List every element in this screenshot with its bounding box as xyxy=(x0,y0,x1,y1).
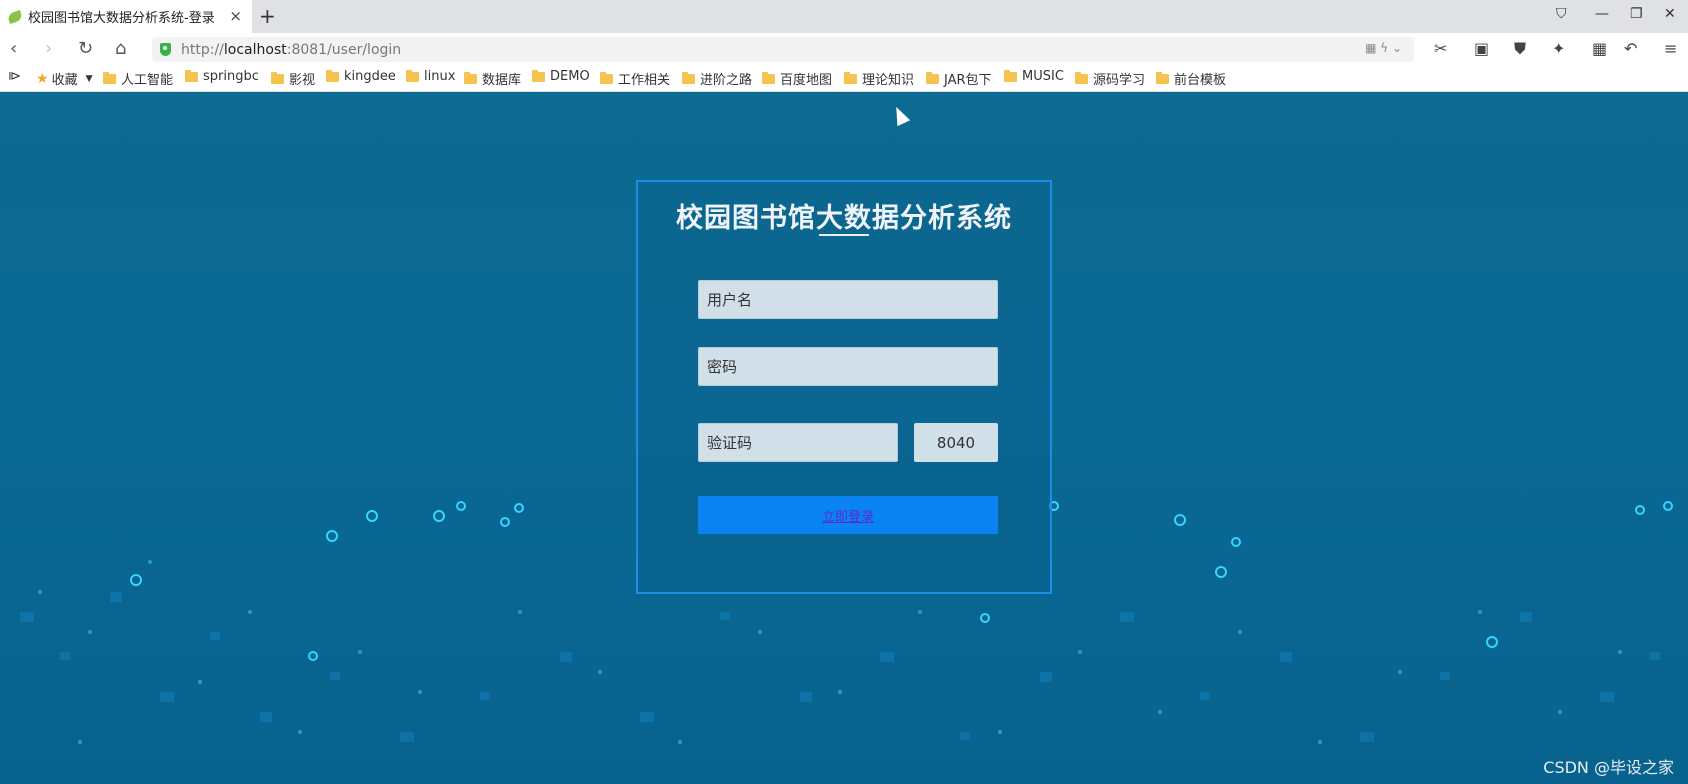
folder-icon xyxy=(532,69,545,82)
folder-icon xyxy=(271,71,284,84)
undo-icon[interactable]: ↶ xyxy=(1624,40,1637,58)
sidebar-toggle-icon[interactable]: ⧐ xyxy=(8,69,21,84)
shield-icon xyxy=(160,43,171,56)
tab-bar: 校园图书馆大数据分析系统-登录 × + ⛉ — ❐ ✕ xyxy=(0,0,1688,33)
bookmark-folder[interactable]: 人工智能 xyxy=(103,69,173,88)
folder-icon xyxy=(762,71,775,84)
url-actions-icon[interactable]: ▦ ϟ ⌄ xyxy=(1365,41,1402,55)
new-tab-icon[interactable]: + xyxy=(259,5,276,27)
folder-icon xyxy=(326,69,339,82)
bookmark-folder[interactable]: 数据库 xyxy=(464,69,521,88)
bookmark-folder[interactable]: 理论知识 xyxy=(844,69,914,88)
bookmark-folder[interactable]: 百度地图 xyxy=(762,69,832,88)
shirt-icon[interactable]: ⛉ xyxy=(1556,6,1567,22)
star-icon: ★ xyxy=(36,70,49,87)
page-title: 校园图书馆大数据分析系统 xyxy=(676,203,1012,234)
close-tab-icon[interactable]: × xyxy=(229,8,242,24)
folder-icon xyxy=(682,71,695,84)
bookmarks-bar: ⧐ ★ 收藏 ▼ 人工智能 springbc 影视 kingdee linux 数据… xyxy=(0,66,1688,92)
restore-icon[interactable]: ❐ xyxy=(1630,6,1643,22)
username-field[interactable]: 用户名 xyxy=(698,280,998,319)
folder-icon xyxy=(1156,71,1169,84)
login-button[interactable]: 立即登录 xyxy=(698,496,998,534)
folder-icon xyxy=(1075,71,1088,84)
translate-icon[interactable]: ▣ xyxy=(1474,40,1489,58)
bookmark-folder[interactable]: 工作相关 xyxy=(600,69,670,88)
password-field[interactable]: 密码 xyxy=(698,347,998,386)
folder-icon xyxy=(464,71,477,84)
folder-icon xyxy=(1004,69,1017,82)
login-button-label[interactable]: 立即登录 xyxy=(822,506,874,525)
bookmark-folder[interactable]: MUSIC xyxy=(1004,69,1064,84)
home-icon[interactable]: ⌂ xyxy=(115,39,126,59)
url-input[interactable]: http://localhost:8081/user/login ▦ ϟ ⌄ xyxy=(152,37,1414,62)
folder-icon xyxy=(103,71,116,84)
folder-icon xyxy=(926,71,939,84)
bookmark-folder[interactable]: 前台模板 xyxy=(1156,69,1226,88)
bookmark-folder[interactable]: linux xyxy=(406,69,455,84)
login-panel: 校园图书馆大数据分析系统 用户名 密码 验证码 8040 立即登录 xyxy=(636,180,1052,594)
title-underline xyxy=(819,234,869,236)
bookmark-folder[interactable]: DEMO xyxy=(532,69,590,84)
bookmark-folder[interactable]: 源码学习 xyxy=(1075,69,1145,88)
bookmark-folder[interactable]: 进阶之路 xyxy=(682,69,752,88)
watermark: CSDN @毕设之家 xyxy=(1543,758,1674,777)
bookmark-folder[interactable]: JAR包下 xyxy=(926,69,992,88)
leaf-icon xyxy=(6,9,24,24)
minimize-icon[interactable]: — xyxy=(1595,6,1609,22)
folder-icon xyxy=(844,71,857,84)
game-icon[interactable]: ✦ xyxy=(1552,40,1565,58)
scissors-icon[interactable]: ✂ xyxy=(1434,40,1447,58)
menu-icon[interactable]: ≡ xyxy=(1664,40,1677,58)
grid-icon[interactable]: ▦ xyxy=(1592,40,1607,58)
folder-icon xyxy=(406,69,419,82)
login-page: 校园图书馆大数据分析系统 用户名 密码 验证码 8040 立即登录 CSDN @… xyxy=(0,92,1688,784)
bookmark-favorites[interactable]: ★ 收藏 ▼ xyxy=(36,69,93,89)
captcha-field[interactable]: 验证码 xyxy=(698,423,898,462)
folder-icon xyxy=(185,69,198,82)
bookmark-folder[interactable]: springbc xyxy=(185,69,259,84)
extension-shield-icon[interactable]: ⛊ xyxy=(1514,40,1526,58)
url-text: http://localhost:8081/user/login xyxy=(181,41,402,58)
address-bar: ‹ › ↻ ⌂ http://localhost:8081/user/login… xyxy=(0,33,1688,67)
forward-icon[interactable]: › xyxy=(45,39,52,59)
bookmark-folder[interactable]: 影视 xyxy=(271,69,315,88)
back-icon[interactable]: ‹ xyxy=(10,39,17,59)
reload-icon[interactable]: ↻ xyxy=(78,39,93,59)
folder-icon xyxy=(600,71,613,84)
tab-title: 校园图书馆大数据分析系统-登录 xyxy=(28,11,215,26)
bookmark-folder[interactable]: kingdee xyxy=(326,69,396,84)
browser-tab[interactable]: 校园图书馆大数据分析系统-登录 × xyxy=(0,0,252,33)
captcha-code[interactable]: 8040 xyxy=(914,423,998,462)
close-window-icon[interactable]: ✕ xyxy=(1664,6,1676,22)
